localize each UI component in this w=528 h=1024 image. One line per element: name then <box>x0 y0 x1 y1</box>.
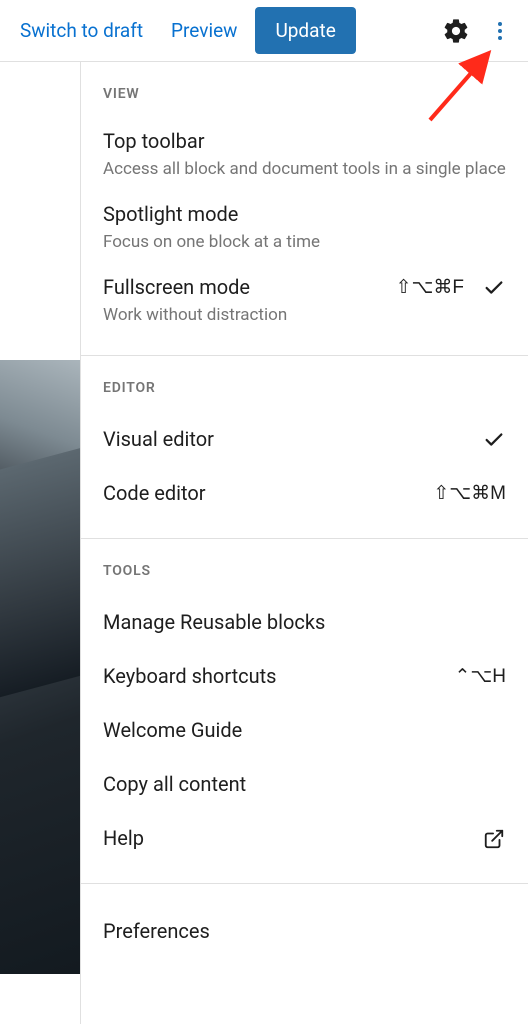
menu-item-description: Focus on one block at a time <box>103 231 506 254</box>
menu-item-preferences[interactable]: Preferences <box>81 904 528 958</box>
check-icon <box>482 428 506 452</box>
menu-item-title: Welcome Guide <box>103 717 506 743</box>
menu-group-heading: TOOLS <box>81 559 528 595</box>
editor-topbar: Switch to draft Preview Update <box>0 0 528 62</box>
keyboard-shortcut: ⇧⌥⌘M <box>433 482 506 505</box>
more-options-icon[interactable] <box>482 13 518 49</box>
menu-group-editor: EDITOR Visual editor Code editor ⇧⌥⌘M <box>81 356 528 539</box>
menu-item-title: Copy all content <box>103 771 506 797</box>
switch-to-draft-link[interactable]: Switch to draft <box>10 13 153 48</box>
menu-item-code-editor[interactable]: Code editor ⇧⌥⌘M <box>81 466 528 520</box>
menu-item-title: Manage Reusable blocks <box>103 609 506 635</box>
menu-item-description: Access all block and document tools in a… <box>103 158 506 181</box>
menu-item-description: Work without distraction <box>103 304 384 327</box>
settings-gear-icon[interactable] <box>438 13 474 49</box>
menu-item-title: Preferences <box>103 918 506 944</box>
menu-item-title: Fullscreen mode <box>103 274 384 300</box>
menu-group-view: VIEW Top toolbar Access all block and do… <box>81 62 528 356</box>
update-button[interactable]: Update <box>255 7 355 54</box>
keyboard-shortcut: ⌃⌥H <box>454 665 506 688</box>
menu-item-title: Visual editor <box>103 426 470 452</box>
menu-item-title: Code editor <box>103 480 421 506</box>
cover-image <box>0 360 80 974</box>
check-icon <box>482 276 506 300</box>
menu-item-copy-all[interactable]: Copy all content <box>81 757 528 811</box>
menu-item-title: Help <box>103 825 470 851</box>
keyboard-shortcut: ⇧⌥⌘F <box>396 276 464 299</box>
menu-group-heading: VIEW <box>81 82 528 118</box>
menu-group-heading: EDITOR <box>81 376 528 412</box>
menu-item-reusable-blocks[interactable]: Manage Reusable blocks <box>81 595 528 649</box>
preview-link[interactable]: Preview <box>161 13 247 48</box>
menu-item-welcome-guide[interactable]: Welcome Guide <box>81 703 528 757</box>
menu-group-preferences: Preferences <box>81 884 528 976</box>
external-link-icon <box>482 827 506 851</box>
menu-item-fullscreen-mode[interactable]: Fullscreen mode Work without distraction… <box>81 264 528 337</box>
menu-item-top-toolbar[interactable]: Top toolbar Access all block and documen… <box>81 118 528 191</box>
menu-item-spotlight-mode[interactable]: Spotlight mode Focus on one block at a t… <box>81 191 528 264</box>
menu-item-title: Spotlight mode <box>103 201 506 227</box>
more-options-menu: VIEW Top toolbar Access all block and do… <box>80 62 528 1024</box>
menu-item-visual-editor[interactable]: Visual editor <box>81 412 528 466</box>
menu-item-title: Keyboard shortcuts <box>103 663 442 689</box>
menu-item-help[interactable]: Help <box>81 811 528 865</box>
menu-item-keyboard-shortcuts[interactable]: Keyboard shortcuts ⌃⌥H <box>81 649 528 703</box>
menu-group-tools: TOOLS Manage Reusable blocks Keyboard sh… <box>81 539 528 884</box>
menu-item-title: Top toolbar <box>103 128 506 154</box>
